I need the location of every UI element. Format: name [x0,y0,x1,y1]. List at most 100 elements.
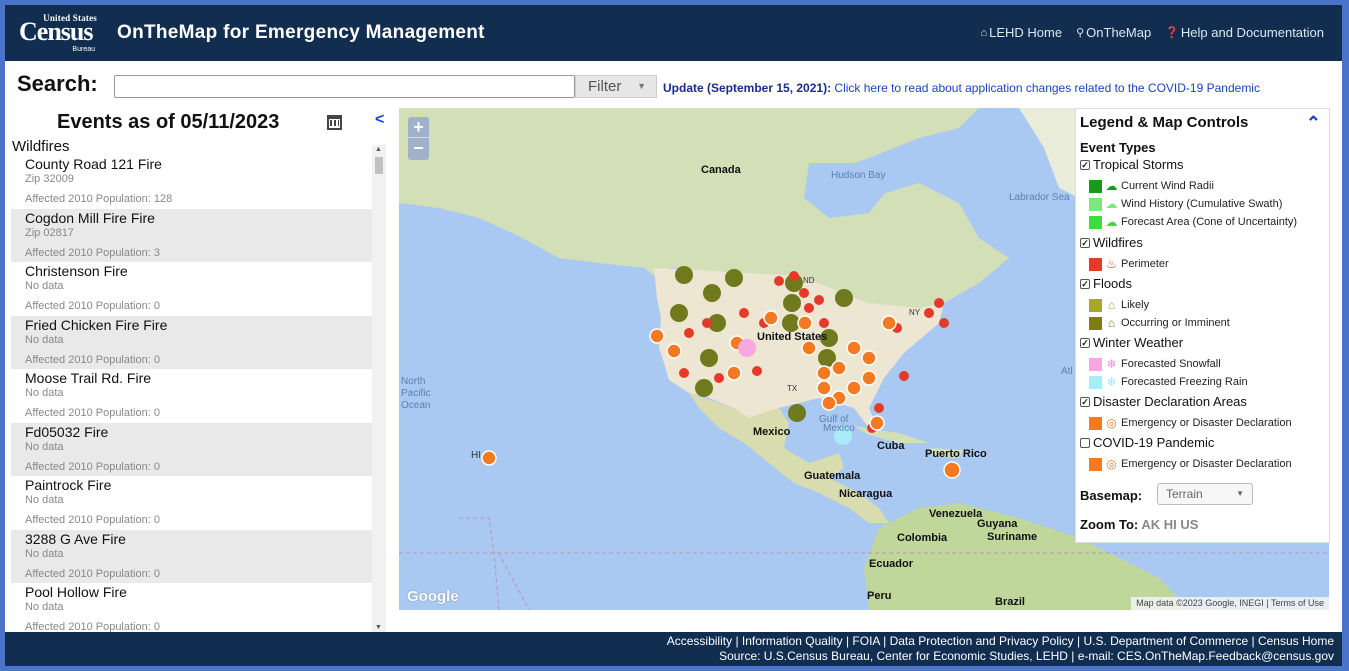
event-item[interactable]: Christenson Fire No data Affected 2010 Pop… [11,262,372,316]
footer-link-information-quality[interactable]: Information Quality [742,634,843,648]
header-bar: United States Census Bureau OnTheMap for… [5,5,1342,61]
basemap-select[interactable]: Terrain ▼ [1157,483,1253,505]
legend-collapse-button[interactable]: ⌃ [1306,113,1321,134]
basemap-label: Basemap: [1080,488,1143,503]
disaster-marker [861,370,877,386]
event-item[interactable]: Paintrock Fire No data Affected 2010 Popul… [11,476,372,530]
footer-link-commerce[interactable]: U.S. Department of Commerce [1083,634,1248,648]
search-input[interactable] [114,75,575,98]
footer-link-privacy[interactable]: Data Protection and Privacy Policy [890,634,1074,648]
event-population: Affected 2010 Population: 0 [25,621,160,632]
lifebuoy-icon: ◎ [1106,416,1117,430]
category-covid-19[interactable]: COVID-19 Pandemic [1080,435,1214,450]
color-swatch [1089,257,1102,271]
legend-item-label: Wind History (Cumulative Swath) [1121,198,1283,210]
onthemap-link[interactable]: ⚲ OnTheMap [1076,25,1151,40]
legend-item-label: Emergency or Disaster Declaration [1121,458,1292,470]
event-name: Paintrock Fire [25,477,112,493]
event-zip: No data [25,494,64,506]
flood-marker [695,379,713,397]
color-swatch [1089,375,1102,389]
fire-marker [939,318,949,328]
event-zip: No data [25,440,64,453]
disaster-marker [861,350,877,366]
fire-marker [874,403,884,413]
storm-icon: ☁ [1105,179,1118,193]
event-item[interactable]: Pool Hollow Fire No data Affected 2010 Pop… [11,583,372,632]
event-item[interactable]: Moose Trail Rd. Fire No data Affected 2010… [11,369,372,423]
disaster-marker [797,315,813,331]
zoom-control: + − [408,117,429,160]
category-wildfires[interactable]: ✓ Wildfires [1080,235,1143,250]
zoom-to-hi[interactable]: HI [1164,517,1177,532]
category-label: Disaster Declaration Areas [1093,394,1247,409]
map-label: Labrador Sea [1009,192,1070,203]
event-item[interactable]: 3288 G Ave Fire No data Affected 2010 Popu… [11,529,372,583]
zoom-out-button[interactable]: − [408,138,429,159]
census-logo[interactable]: United States Census Bureau [19,13,97,53]
scroll-down-icon[interactable]: ▼ [375,624,382,631]
map-label: Pacific [401,388,431,399]
zoom-to-row: Zoom To: AK HI US [1080,517,1198,532]
legend-item-label: Likely [1121,299,1150,311]
event-item[interactable]: Fried Chicken Fire Fire No data Affected 2… [11,315,372,369]
event-population: Affected 2010 Population: 0 [25,300,160,312]
flood-marker [788,404,806,422]
event-list: Wildfires County Road 121 Fire Zip 32009 A… [11,138,372,632]
filter-dropdown[interactable]: Filter ▼ [575,75,657,98]
footer-link-foia[interactable]: FOIA [852,634,879,648]
map-label: Guyana [977,518,1018,530]
fire-marker [739,308,749,318]
event-item[interactable]: Cogdon Mill Fire Fire Zip 02817 Affected 2… [11,208,372,262]
footer-link-census-home[interactable]: Census Home [1258,634,1334,648]
event-name: Fd05032 Fire [25,423,109,440]
color-swatch [1089,457,1102,471]
zoom-in-button[interactable]: + [408,117,429,138]
scroll-up-icon[interactable]: ▲ [375,146,382,153]
category-winter-weather[interactable]: ✓ Winter Weather [1080,335,1183,350]
fire-marker [774,276,784,286]
map-data-credit: Map data ©2023 Google, INEGI [1136,598,1264,608]
footer-link-accessibility[interactable]: Accessibility [667,634,732,648]
collapse-sidebar-button[interactable]: < [375,111,384,129]
category-label: COVID-19 Pandemic [1093,435,1215,450]
flood-marker [835,289,853,307]
help-link[interactable]: ❓ Help and Documentation [1165,25,1324,40]
update-text: Click here to read about application cha… [831,81,1260,95]
map-label: North [401,376,426,387]
event-item[interactable]: County Road 121 Fire Zip 32009 Affected 20… [11,155,372,209]
lehd-home-link[interactable]: ⌂ LEHD Home [980,25,1062,40]
terms-of-use-link[interactable]: Terms of Use [1271,598,1324,608]
event-item[interactable]: Fd05032 Fire No data Affected 2010 Populat… [11,422,372,476]
checkbox-checked-icon[interactable]: ✓ [1080,278,1090,289]
checkbox-checked-icon[interactable]: ✓ [1080,159,1090,170]
app-title: OnTheMap for Emergency Management [117,22,485,43]
filter-label: Filter [588,78,622,95]
update-date: Update (September 15, 2021): [663,81,832,95]
legend-item: ⌂ Likely [1089,298,1149,312]
question-circle-icon: ❓ [1165,27,1179,39]
event-list-scrollbar[interactable]: ▲ ▼ [372,145,386,632]
checkbox-checked-icon[interactable]: ✓ [1080,237,1090,248]
disaster-marker [801,340,817,356]
zoom-to-ak[interactable]: AK [1141,517,1160,532]
calendar-icon[interactable] [327,115,342,130]
zoom-to-us[interactable]: US [1180,517,1198,532]
event-population: Affected 2010 Population: 0 [25,353,160,366]
scroll-thumb[interactable] [375,157,383,174]
update-notice-link[interactable]: Update (September 15, 2021): Click here … [663,81,1260,95]
checkbox-unchecked-icon[interactable] [1080,437,1090,448]
legend-item-label: Forecasted Snowfall [1121,358,1221,370]
category-tropical-storms[interactable]: ✓ Tropical Storms [1080,157,1184,172]
category-disaster-declarations[interactable]: ✓ Disaster Declaration Areas [1080,394,1247,409]
disaster-marker [726,365,742,381]
checkbox-checked-icon[interactable]: ✓ [1080,337,1090,348]
category-floods[interactable]: ✓ Floods [1080,276,1132,291]
event-population: Affected 2010 Population: 0 [25,514,160,526]
snowflake-icon: ❄ [1106,357,1117,371]
maritime-boundary [498,552,530,610]
map-label: Hudson Bay [831,170,886,181]
event-types-heading: Event Types [1080,140,1156,155]
checkbox-checked-icon[interactable]: ✓ [1080,396,1090,407]
footer-bar: Accessibility | Information Quality | FO… [5,632,1342,666]
